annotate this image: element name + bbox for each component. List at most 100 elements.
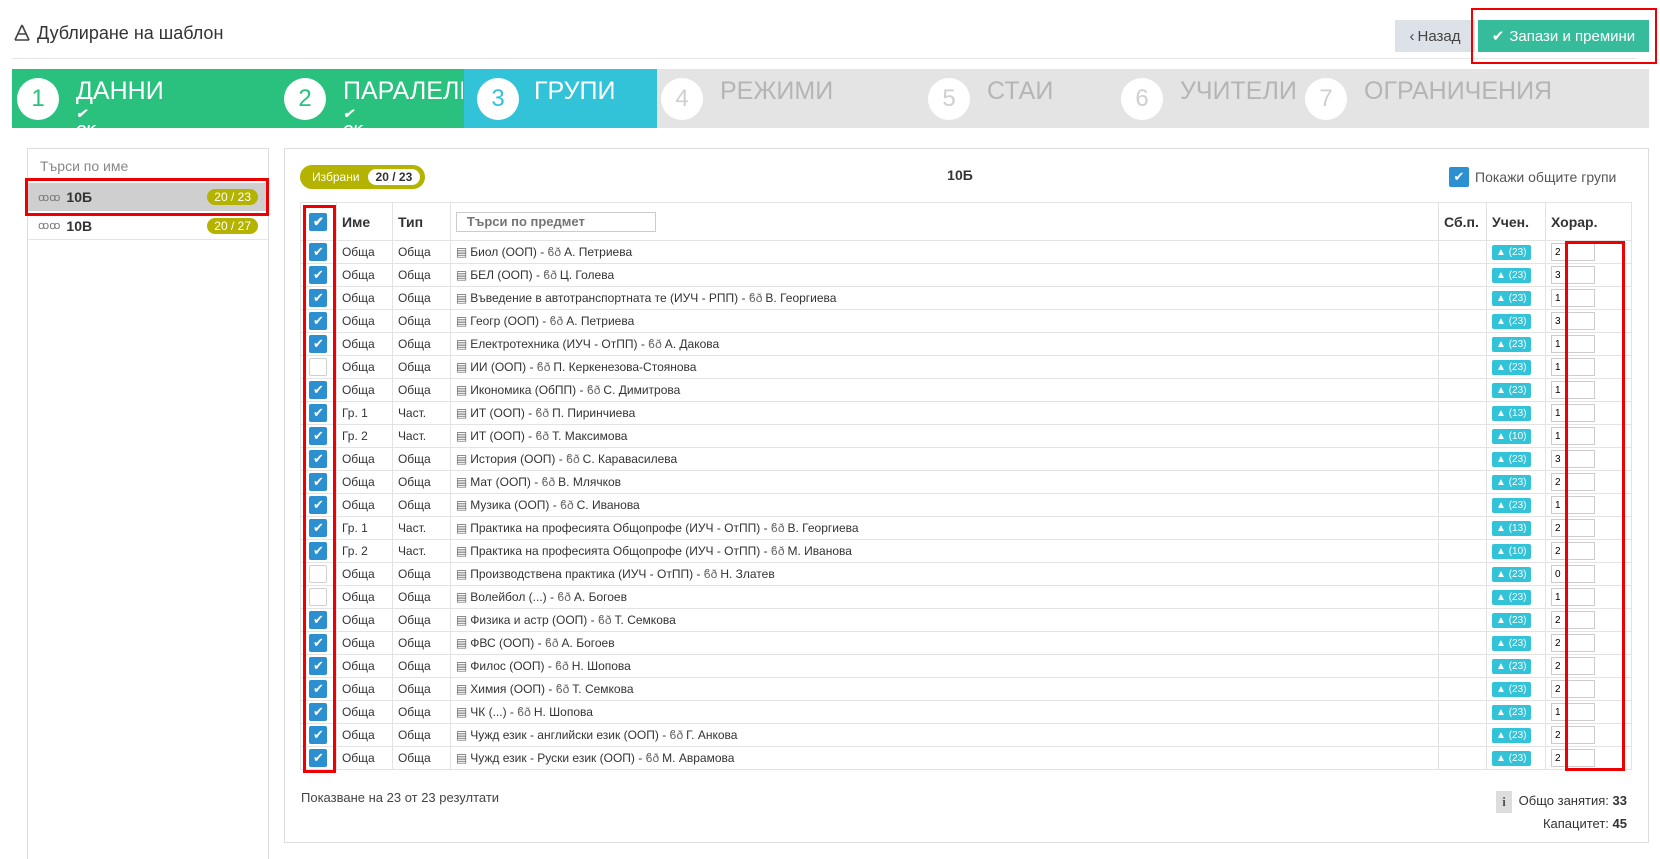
combined-cell: [1438, 240, 1488, 264]
students-button[interactable]: ▲ (23): [1492, 245, 1531, 260]
students-button[interactable]: ▲ (23): [1492, 291, 1531, 306]
users-icon: ▲: [1496, 500, 1506, 511]
subject-name: Волейбол (...) -: [470, 590, 558, 604]
group-name: Обща: [335, 585, 393, 609]
table-row: Обща Обща ▤ Производствена практика (ИУЧ - …: [300, 562, 1632, 586]
col-name[interactable]: Име: [335, 202, 393, 241]
teacher-name: Н. Шопова: [533, 705, 593, 719]
class-item-10v[interactable]: ꝏꝏ 10В 20 / 27: [28, 212, 268, 240]
subject-cell: ▤ Производствена практика (ИУЧ - ОтПП) - …: [449, 562, 1440, 586]
combined-cell: [1438, 424, 1488, 448]
table-row: ✔ Обща Обща ▤ Филос (ООП) - ϐð Н. Шопова ▲ (23…: [300, 654, 1632, 678]
students-button[interactable]: ▲ (23): [1492, 314, 1531, 329]
students-button[interactable]: ▲ (23): [1492, 475, 1531, 490]
subject-name: ФВС (ООП) -: [470, 636, 545, 650]
students-cell: ▲ (23): [1486, 723, 1546, 747]
students-button[interactable]: ▲ (23): [1492, 452, 1531, 467]
students-cell: ▲ (23): [1486, 470, 1546, 494]
step-label: ДАННИ: [76, 77, 164, 105]
students-button[interactable]: ▲ (23): [1492, 613, 1531, 628]
students-button[interactable]: ▲ (10): [1492, 544, 1531, 559]
students-button[interactable]: ▲ (23): [1492, 636, 1531, 651]
teacher-name: П. Пиринчиева: [552, 406, 636, 420]
students-button[interactable]: ▲ (23): [1492, 567, 1531, 582]
subject-cell: ▤ ФВС (ООП) - ϐð А. Богоев: [449, 631, 1440, 655]
students-cell: ▲ (23): [1486, 263, 1546, 287]
students-cell: ▲ (23): [1486, 332, 1546, 356]
students-button[interactable]: ▲ (23): [1492, 360, 1531, 375]
subject-cell: ▤ Въведение в автотранспортната те (ИУЧ -…: [449, 286, 1440, 310]
group-name: Обща: [335, 355, 393, 379]
step-number: 4: [661, 78, 703, 120]
book-icon: ▤: [455, 498, 468, 512]
back-button[interactable]: ‹ Назад: [1395, 20, 1475, 52]
book-icon: ▤: [455, 406, 468, 420]
subject-cell: ▤ Геогр (ООП) - ϐð А. Петриева: [449, 309, 1440, 333]
teacher-icon: ϐð: [560, 498, 574, 512]
students-button[interactable]: ▲ (13): [1492, 406, 1531, 421]
group-name: Обща: [335, 470, 393, 494]
students-cell: ▲ (10): [1486, 424, 1546, 448]
users-icon: ▲: [1496, 615, 1506, 626]
students-cell: ▲ (23): [1486, 355, 1546, 379]
teacher-name: Н. Златев: [720, 567, 775, 581]
wizard-steps: 1 ДАННИ ✔ OK 2 ПАРАЛЕЛКИ ✔ OK 3 ГРУПИ 4 …: [12, 69, 1649, 137]
book-icon: ▤: [455, 521, 468, 535]
students-button[interactable]: ▲ (23): [1492, 383, 1531, 398]
show-common-checkbox[interactable]: ✔: [1449, 167, 1469, 187]
students-button[interactable]: ▲ (23): [1492, 705, 1531, 720]
students-button[interactable]: ▲ (23): [1492, 337, 1531, 352]
students-button[interactable]: ▲ (23): [1492, 659, 1531, 674]
group-type: Обща: [391, 654, 451, 678]
students-cell: ▲ (23): [1486, 585, 1546, 609]
subject-name: Въведение в автотранспортната те (ИУЧ - …: [470, 291, 749, 305]
teacher-name: С. Каравасилева: [582, 452, 678, 466]
teacher-icon: ϐð: [517, 705, 531, 719]
combined-cell: [1438, 447, 1488, 471]
book-icon: ▤: [455, 728, 468, 742]
teacher-name: Т. Семкова: [614, 613, 676, 627]
students-button[interactable]: ▲ (13): [1492, 521, 1531, 536]
highlight-hours-column: [1565, 241, 1625, 771]
table-row: ✔ Обща Обща ▤ История (ООП) - ϐð С. Каравасил…: [300, 447, 1632, 471]
combined-cell: [1438, 723, 1488, 747]
col-type[interactable]: Тип: [391, 202, 451, 241]
subject-cell: ▤ Мат (ООП) - ϐð В. Млячков: [449, 470, 1440, 494]
combined-cell: [1438, 631, 1488, 655]
capacity: Капацитет: 45: [1496, 813, 1627, 835]
subject-name: ИТ (ООП) -: [470, 406, 536, 420]
combined-cell: [1438, 746, 1488, 770]
group-type: Обща: [391, 723, 451, 747]
page-title: Дублиране на шаблон: [12, 20, 223, 46]
subject-cell: ▤ Музика (ООП) - ϐð С. Иванова: [449, 493, 1440, 517]
subject-search-input[interactable]: [455, 211, 656, 232]
students-button[interactable]: ▲ (23): [1492, 682, 1531, 697]
students-button[interactable]: ▲ (23): [1492, 751, 1531, 766]
subject-name: Музика (ООП) -: [470, 498, 561, 512]
group-type: Обща: [391, 585, 451, 609]
step-ok: ✔ OK: [343, 106, 363, 137]
users-icon: ▲: [1496, 546, 1506, 557]
class-list-panel: Търси по име ꝏꝏ 10Б 20 / 23 ꝏꝏ 10В 20 / …: [27, 148, 269, 859]
students-button[interactable]: ▲ (23): [1492, 498, 1531, 513]
group-name: Обща: [335, 332, 393, 356]
users-icon: ▲: [1496, 684, 1506, 695]
group-type: Обща: [391, 746, 451, 770]
teacher-icon: ϐð: [703, 567, 718, 581]
students-button[interactable]: ▲ (23): [1492, 268, 1531, 283]
step-label: РЕЖИМИ: [720, 77, 834, 105]
group-name: Обща: [335, 309, 393, 333]
teacher-icon: ϐð: [770, 521, 785, 535]
users-icon: ▲: [1496, 385, 1506, 396]
group-type: Част.: [391, 401, 451, 425]
students-button[interactable]: ▲ (23): [1492, 728, 1531, 743]
book-icon: ▤: [455, 659, 468, 673]
combined-cell: [1438, 263, 1488, 287]
users-icon: ▲: [1496, 339, 1506, 350]
teacher-name: А. Дакова: [664, 337, 720, 351]
combined-cell: [1438, 562, 1488, 586]
show-common-toggle[interactable]: ✔ Покажи общите групи: [1449, 167, 1616, 187]
book-icon: ▤: [455, 452, 468, 466]
students-button[interactable]: ▲ (23): [1492, 590, 1531, 605]
students-button[interactable]: ▲ (10): [1492, 429, 1531, 444]
